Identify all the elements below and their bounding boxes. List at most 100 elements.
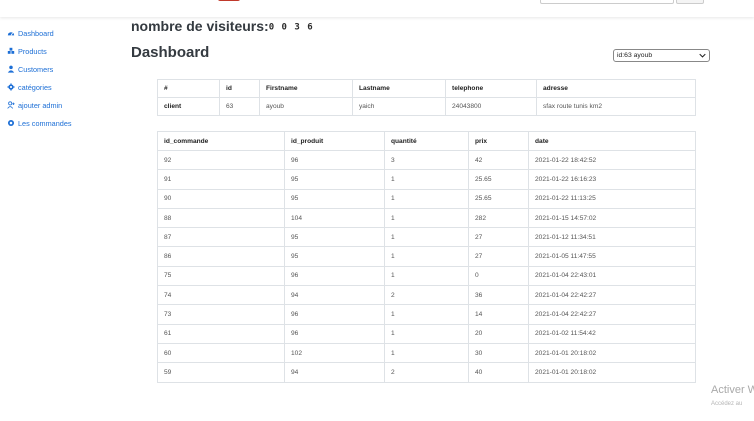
- table-cell: 2021-01-01 20:18:02: [528, 362, 696, 383]
- table-cell: 74: [157, 285, 285, 306]
- table-cell: 1: [384, 227, 469, 248]
- table-cell: 63: [219, 97, 260, 116]
- table-cell: 91: [157, 169, 285, 190]
- visitor-counter-label: nombre de visiteurs:: [131, 18, 269, 34]
- table-row: 88 104 1 282 2021-01-15 14:57:02: [157, 207, 696, 229]
- table-cell: 25.65: [468, 169, 529, 190]
- customers-icon: [7, 65, 15, 73]
- top-navbar: [0, 0, 754, 17]
- page-title: Dashboard: [131, 44, 210, 61]
- sidebar-item-orders[interactable]: Les commandes: [0, 114, 118, 132]
- table-row: 86 95 1 27 2021-01-05 11:47:55: [157, 246, 696, 267]
- activation-watermark-subtitle: Accédez au: [711, 401, 743, 407]
- column-header: telephone: [445, 79, 537, 98]
- sidebar-item-label: Dashboard: [18, 28, 54, 38]
- table-cell: 2021-01-04 22:42:27: [528, 285, 696, 306]
- sidebar-item-label: Les commandes: [18, 118, 72, 128]
- sidebar-item-dashboard[interactable]: Dashboard: [0, 24, 118, 42]
- orders-table-body: 92 96 3 42 2021-01-22 18:42:52 91 95 1 25.65 2021…: [157, 149, 696, 383]
- table-cell: 104: [284, 207, 385, 229]
- table-cell: 94: [284, 362, 385, 383]
- brand-logo[interactable]: [218, 0, 240, 1]
- table-row: 87 95 1 27 2021-01-12 11:34:51: [157, 227, 696, 248]
- table-cell: 96: [284, 149, 385, 171]
- table-cell: 282: [468, 207, 529, 229]
- sidebar-item-add-admin[interactable]: ajouter admin: [0, 96, 118, 114]
- table-cell: 61: [157, 323, 285, 344]
- column-header: id: [219, 79, 260, 98]
- table-cell: 1: [384, 265, 469, 287]
- table-cell: 87: [157, 227, 285, 248]
- table-cell: 94: [284, 285, 385, 306]
- table-cell: 1: [384, 323, 469, 344]
- table-row: 73 96 1 14 2021-01-04 22:42:27: [157, 304, 696, 325]
- table-cell: 0: [468, 265, 529, 287]
- navbar-search-input[interactable]: [540, 0, 674, 4]
- table-cell: 2: [384, 362, 469, 383]
- table-cell: 1: [384, 342, 469, 364]
- sidebar-item-label: Customers: [18, 64, 54, 74]
- table-row: 92 96 3 42 2021-01-22 18:42:52: [157, 149, 696, 171]
- client-table-header: # id Firstname Lastname telephone adress…: [157, 79, 696, 98]
- table-cell: 2021-01-04 22:42:27: [528, 304, 696, 325]
- products-icon: [7, 47, 15, 54]
- orders-table: id_commande id_produit quantité prix dat…: [157, 131, 696, 383]
- column-header: adresse: [536, 79, 696, 98]
- column-header: Firstname: [259, 79, 353, 98]
- sidebar-item-label: catégories: [18, 82, 52, 92]
- table-cell: 95: [284, 188, 385, 209]
- table-cell: 2021-01-04 22:43:01: [528, 265, 696, 287]
- column-header: prix: [468, 131, 529, 151]
- navbar-search-button[interactable]: [676, 0, 704, 4]
- table-cell: 2: [384, 285, 469, 306]
- add-user-icon: [7, 101, 15, 109]
- table-row: 74 94 2 36 2021-01-04 22:42:27: [157, 285, 696, 306]
- table-row: 91 95 1 25.65 2021-01-22 16:16:23: [157, 169, 696, 190]
- table-cell: 20: [468, 323, 529, 344]
- activation-watermark: Activer W: [711, 384, 754, 396]
- gear-icon: [7, 83, 15, 91]
- table-cell: sfax route tunis km2: [536, 97, 696, 116]
- table-cell: 2021-01-01 20:18:02: [528, 342, 696, 364]
- column-header: #: [157, 79, 220, 98]
- client-select-value: id:63 ayoub: [617, 52, 653, 59]
- sidebar-item-products[interactable]: Products: [0, 42, 118, 60]
- table-cell: 96: [284, 323, 385, 344]
- sidebar-item-customers[interactable]: Customers: [0, 60, 118, 78]
- visitor-counter-digits: 0 0 3 6: [268, 22, 314, 33]
- table-cell: 96: [284, 265, 385, 287]
- table-cell: 86: [157, 246, 285, 267]
- table-cell: 30: [468, 342, 529, 364]
- table-cell: 27: [468, 227, 529, 248]
- client-table: # id Firstname Lastname telephone adress…: [157, 79, 696, 116]
- table-cell: 1: [384, 207, 469, 229]
- sidebar-item-label: ajouter admin: [18, 100, 63, 110]
- table-cell: 59: [157, 362, 285, 383]
- orders-table-header: id_commande id_produit quantité prix dat…: [157, 131, 696, 151]
- table-cell: 2021-01-22 11:13:25: [528, 188, 696, 209]
- table-cell: 2021-01-22 16:16:23: [528, 169, 696, 190]
- table-cell: 24043800: [445, 97, 537, 116]
- table-cell: 2021-01-05 11:47:55: [528, 246, 696, 267]
- column-header: id_commande: [157, 131, 285, 151]
- visitor-counter: nombre de visiteurs:0 0 3 6: [131, 18, 314, 34]
- table-cell: 40: [468, 362, 529, 383]
- sidebar-item-label: Products: [18, 46, 47, 56]
- table-cell: 90: [157, 188, 285, 209]
- sidebar-item-categories[interactable]: catégories: [0, 78, 118, 96]
- table-cell: 2021-01-12 11:34:51: [528, 227, 696, 248]
- table-row: 61 96 1 20 2021-01-02 11:54:42: [157, 323, 696, 344]
- table-cell: 2021-01-22 18:42:52: [528, 149, 696, 171]
- table-cell: 95: [284, 169, 385, 190]
- column-header: Lastname: [352, 79, 446, 98]
- table-cell: ayoub: [259, 97, 353, 116]
- table-cell: 25.65: [468, 188, 529, 209]
- client-select[interactable]: id:63 ayoub: [613, 49, 710, 62]
- table-cell: 3: [384, 149, 469, 171]
- table-cell: yaich: [352, 97, 446, 116]
- column-header: date: [528, 131, 696, 151]
- table-cell: 2021-01-02 11:54:42: [528, 323, 696, 344]
- table-cell: client: [157, 97, 220, 116]
- table-row: 90 95 1 25.65 2021-01-22 11:13:25: [157, 188, 696, 209]
- table-cell: 1: [384, 188, 469, 209]
